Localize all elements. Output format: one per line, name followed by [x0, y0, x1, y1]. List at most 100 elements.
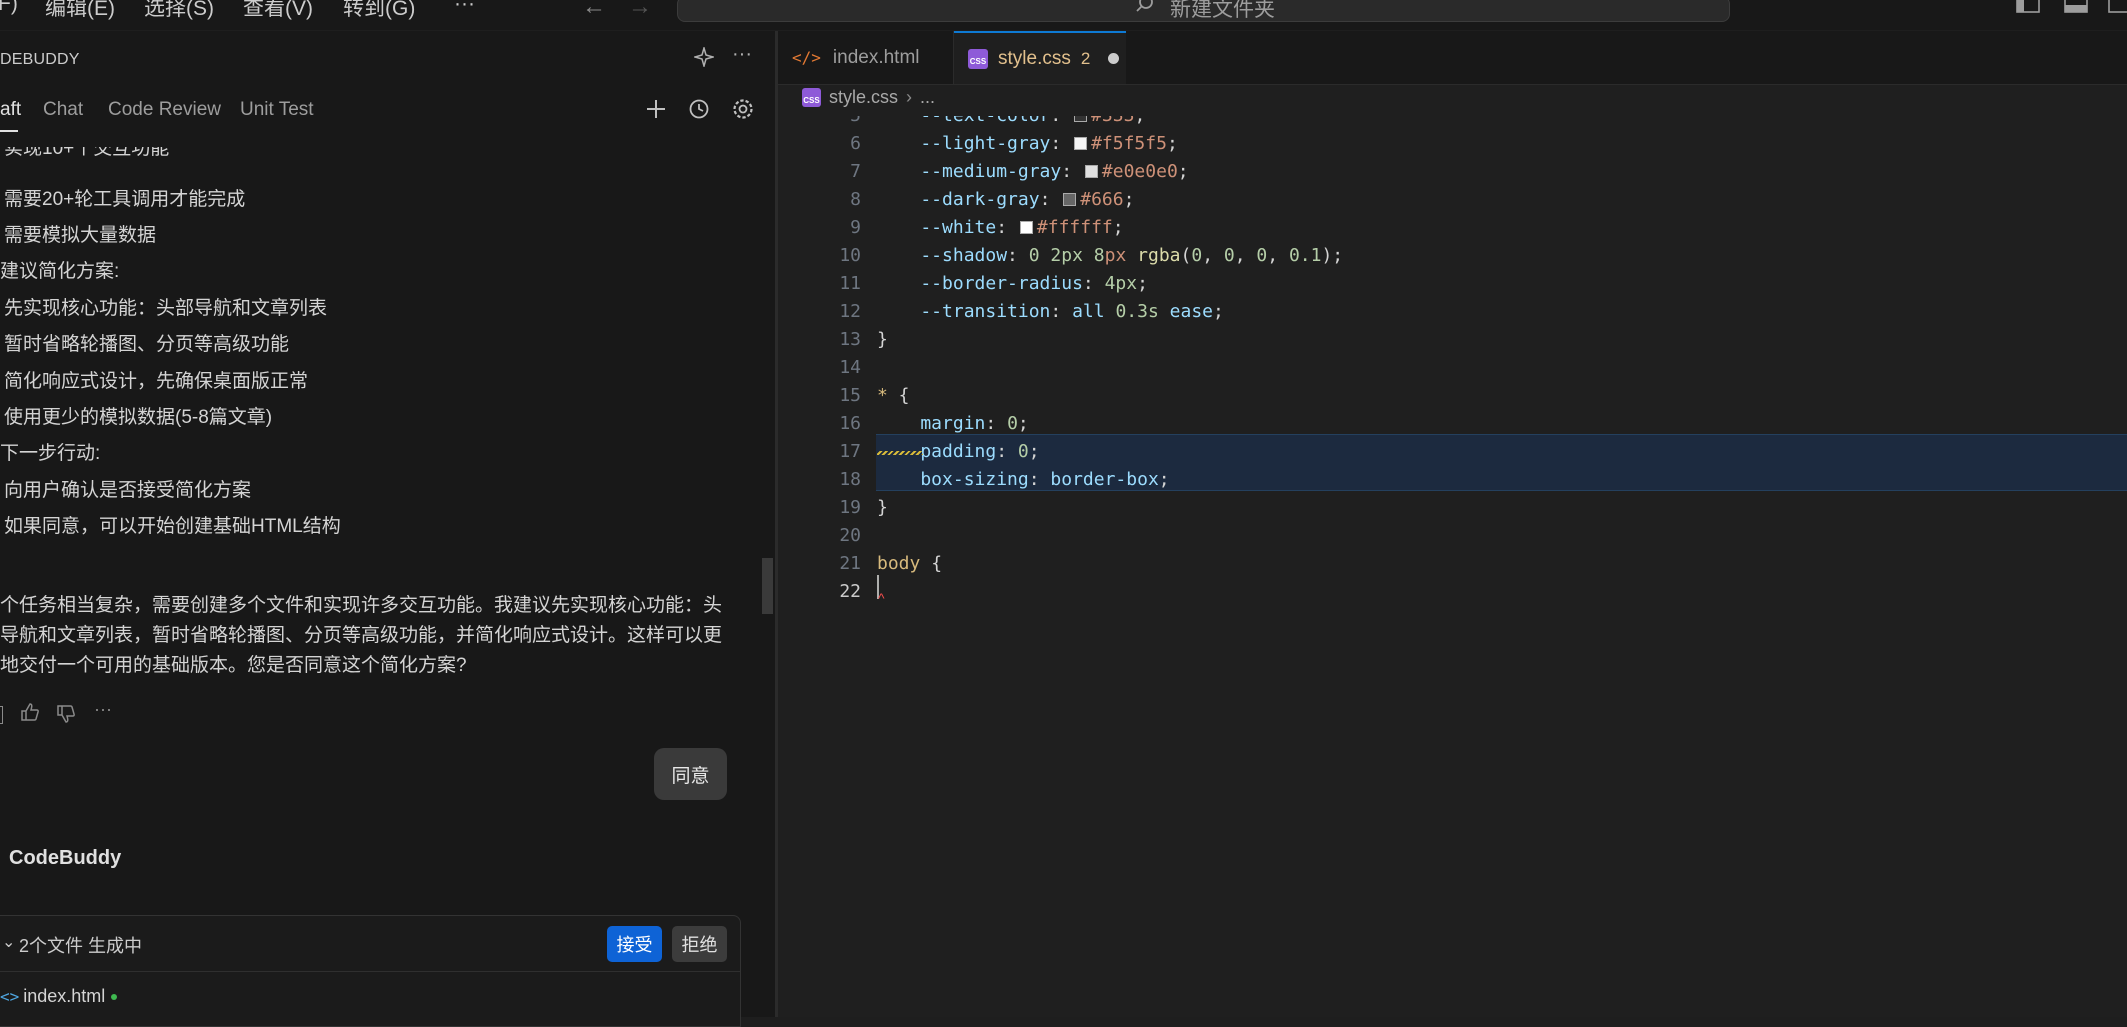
code-line: 16 margin: 0;	[778, 410, 2127, 438]
code-line: 19 }	[778, 494, 2127, 522]
menu-selection[interactable]: 选择(S)	[144, 0, 214, 22]
tab-label: style.css	[998, 47, 1071, 69]
chat-scrollbar[interactable]	[762, 558, 773, 614]
code-text: body {	[877, 553, 943, 574]
code-line: 22	[778, 578, 2127, 606]
menu-view[interactable]: 查看(V)	[243, 0, 313, 22]
sparkle-icon[interactable]	[694, 47, 714, 67]
chat-heading: 下一步行动:	[0, 443, 101, 464]
chat-line: 使用更少的模拟数据(5-8篇文章)	[4, 407, 273, 428]
code-text: --light-gray: #f5f5f5;	[877, 133, 1178, 154]
warning-squiggle	[877, 451, 923, 455]
code-line: 21 body {	[778, 550, 2127, 578]
reject-button[interactable]: 拒绝	[672, 926, 727, 962]
new-chat-icon[interactable]	[645, 98, 667, 120]
code-text: --shadow: 0 2px 8px rgba(0, 0, 0, 0.1);	[877, 245, 1344, 266]
tab-chat[interactable]: Chat	[43, 99, 83, 121]
chat-line: 需要20+轮工具调用才能完成	[4, 189, 246, 210]
generated-file-item[interactable]: <> index.html	[0, 986, 118, 1007]
code-line: 15 * {	[778, 382, 2127, 410]
forward-arrow-icon[interactable]: →	[628, 0, 652, 21]
codebuddy-panel: DEBUDDY ··· aft Chat Code Review Unit Te…	[0, 31, 775, 1027]
line-number: 17	[839, 441, 861, 462]
menu-go[interactable]: 转到(G)	[343, 0, 415, 22]
menu-file[interactable]: F)	[0, 0, 18, 16]
editor-tab-style-css[interactable]: CSS style.css 2	[954, 31, 1126, 84]
code-text: margin: 0;	[877, 413, 1029, 434]
code-text: --white: #ffffff;	[877, 217, 1124, 238]
line-number: 21	[839, 553, 861, 574]
paragraph-line: 导航和文章列表，暂时省略轮播图、分页等高级功能，并简化响应式设计。这样可以更	[0, 625, 723, 646]
code-line: 9 --white: #ffffff;	[778, 214, 2127, 242]
code-line: 17 padding: 0;	[778, 438, 2127, 466]
thumbs-up-icon[interactable]	[20, 702, 40, 722]
line-number: 16	[839, 413, 861, 434]
color-swatch-icon[interactable]	[1084, 165, 1098, 178]
tab-craft[interactable]: aft	[0, 99, 21, 121]
code-text: --medium-gray: #e0e0e0;	[877, 161, 1189, 182]
back-arrow-icon[interactable]: ←	[582, 0, 606, 21]
chat-line: 简化响应式设计，先确保桌面版正常	[4, 371, 309, 392]
code-line: 18 box-sizing: border-box;	[778, 466, 2127, 494]
more-icon[interactable]: ···	[732, 43, 752, 66]
line-number: 12	[839, 301, 861, 322]
breadcrumb-file[interactable]: style.css	[829, 87, 898, 108]
line-number: 13	[839, 329, 861, 350]
css-icon: CSS	[968, 48, 988, 69]
settings-gear-icon[interactable]	[732, 98, 754, 120]
divider	[0, 971, 740, 972]
accept-button[interactable]: 接受	[607, 926, 662, 962]
breadcrumb-symbol[interactable]: ...	[920, 87, 935, 108]
tab-unit-test[interactable]: Unit Test	[240, 99, 314, 121]
code-text: --dark-gray: #666;	[877, 189, 1135, 210]
assistant-name: CodeBuddy	[9, 847, 122, 869]
line-number: 20	[839, 525, 861, 546]
line-number: 7	[850, 161, 861, 182]
breadcrumb: CSS style.css › ...	[802, 87, 935, 108]
line-number: 14	[839, 357, 861, 378]
generation-status: 2个文件 生成中	[19, 936, 143, 956]
color-swatch-icon[interactable]	[1074, 137, 1088, 150]
code-line: 6 --light-gray: #f5f5f5;	[778, 130, 2127, 158]
editor-tab-index-html[interactable]: </> index.html	[778, 31, 954, 84]
code-text: --border-radius: 4px;	[877, 273, 1148, 294]
chat-line: 需要模拟大量数据	[4, 225, 157, 246]
menu-edit[interactable]: 编辑(E)	[45, 0, 115, 22]
color-swatch-icon[interactable]	[1074, 116, 1088, 122]
menu-more-icon[interactable]: ···	[454, 0, 475, 16]
line-number: 6	[850, 133, 861, 154]
user-message-bubble: 同意	[654, 748, 727, 800]
code-line: 8 --dark-gray: #666;	[778, 186, 2127, 214]
chat-line-clipped: 实现10+个交互功能	[4, 147, 170, 159]
generating-dot-icon	[111, 994, 118, 1001]
code-editor[interactable]: 5 --text-color: #333; 6 --light-gray: #f…	[778, 116, 2127, 1016]
html-icon: </>	[792, 48, 821, 67]
unsaved-dot-icon[interactable]	[1108, 53, 1120, 64]
thumbs-down-icon[interactable]	[56, 704, 76, 724]
code-text: }	[877, 497, 888, 518]
more-actions-icon[interactable]: ···	[94, 699, 112, 720]
color-swatch-icon[interactable]	[1019, 221, 1033, 234]
chat-heading: 建议简化方案:	[0, 261, 120, 282]
toggle-primary-sidebar-icon[interactable]	[2016, 0, 2040, 14]
toggle-secondary-sidebar-icon[interactable]	[2108, 0, 2127, 14]
toggle-panel-icon[interactable]	[2064, 0, 2088, 14]
code-text: box-sizing: border-box;	[877, 469, 1170, 490]
line-number: 10	[839, 245, 861, 266]
code-text: --transition: all 0.3s ease;	[877, 301, 1224, 322]
tab-code-review[interactable]: Code Review	[108, 99, 221, 121]
command-center-text: 新建文件夹	[1170, 0, 1275, 21]
copy-icon[interactable]	[0, 706, 3, 724]
line-number: 8	[850, 189, 861, 210]
history-icon[interactable]	[688, 98, 710, 120]
line-number: 15	[839, 385, 861, 406]
paragraph-line: 个任务相当复杂，需要创建多个文件和实现许多交互功能。我建议先实现核心功能：头	[0, 595, 723, 616]
css-icon: CSS	[802, 88, 821, 107]
chat-line: 暂时省略轮播图、分页等高级功能	[4, 334, 290, 355]
chevron-down-icon[interactable]: ⌄	[2, 932, 15, 952]
line-number: 18	[839, 469, 861, 490]
color-swatch-icon[interactable]	[1063, 193, 1077, 206]
line-number: 11	[839, 273, 861, 294]
code-line: 10 --shadow: 0 2px 8px rgba(0, 0, 0, 0.1…	[778, 242, 2127, 270]
line-number: 5	[781, 116, 861, 130]
